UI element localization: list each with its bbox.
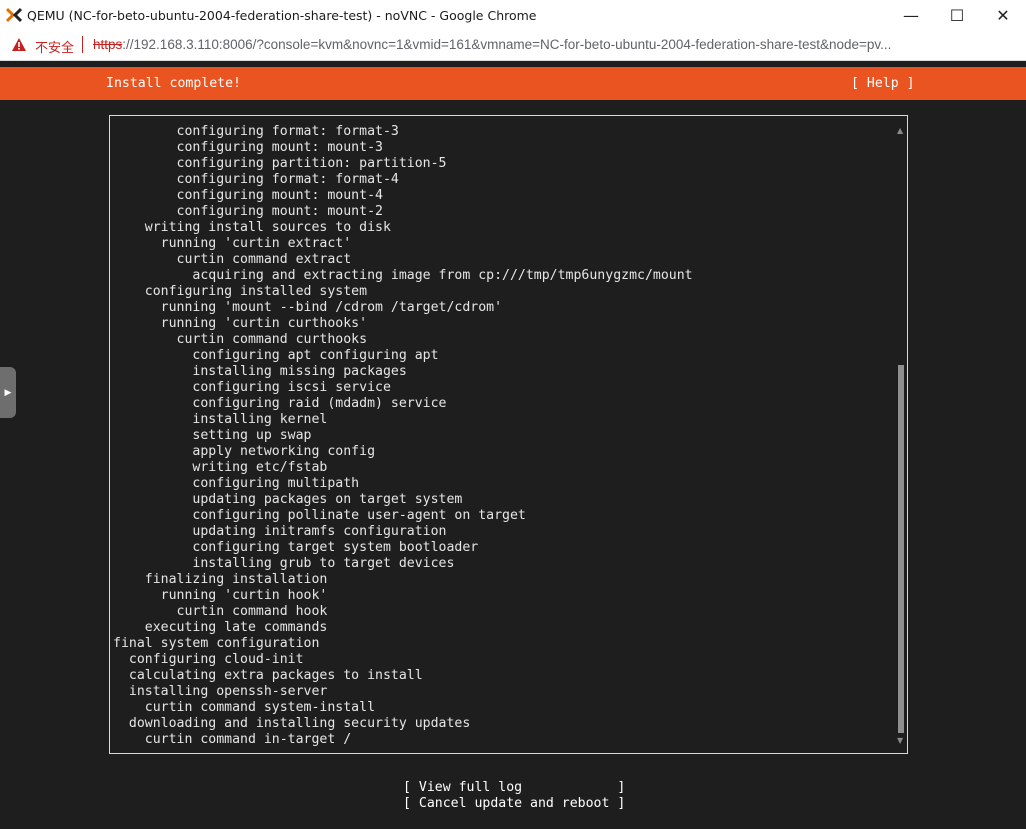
install-status-title: Install complete! [106, 76, 241, 91]
log-line: final system configuration [113, 636, 320, 651]
url-field[interactable]: https://192.168.3.110:8006/?console=kvm&… [93, 37, 1019, 52]
log-line: configuring installed system [113, 284, 368, 299]
log-line: finalizing installation [113, 572, 328, 587]
chevron-right-icon: ▶ [4, 387, 12, 398]
log-line: curtin command extract [113, 252, 352, 267]
log-line: curtin command in-target / [113, 732, 352, 747]
install-log-list: configuring format: format-3 configuring… [113, 124, 893, 748]
view-full-log-button[interactable]: [ View full log ] [403, 780, 625, 796]
log-scrollbar-thumb[interactable] [898, 365, 904, 733]
log-line: running 'mount --bind /cdrom /target/cdr… [113, 300, 503, 315]
log-line: configuring cloud-init [113, 652, 304, 667]
proxmox-logo-icon [5, 7, 23, 23]
log-line: configuring apt configuring apt [113, 348, 439, 363]
log-line: calculating extra packages to install [113, 668, 423, 683]
log-line: installing missing packages [113, 364, 407, 379]
log-line: configuring target system bootloader [113, 540, 479, 555]
log-line: running 'curtin curthooks' [113, 316, 368, 331]
log-line: configuring raid (mdadm) service [113, 396, 447, 411]
log-line: configuring format: format-4 [113, 172, 399, 187]
log-line: acquiring and extracting image from cp:/… [113, 268, 693, 283]
close-button[interactable]: ✕ [980, 0, 1026, 31]
address-separator [82, 36, 83, 53]
log-line: setting up swap [113, 428, 312, 443]
security-label[interactable]: 不安全 [35, 37, 74, 56]
cancel-update-reboot-button[interactable]: [ Cancel update and reboot ] [403, 796, 625, 812]
url-scheme: https [93, 37, 123, 52]
log-line: downloading and installing security upda… [113, 716, 471, 731]
log-line: curtin command system-install [113, 700, 376, 715]
minimize-button[interactable]: — [888, 0, 934, 31]
log-line: updating initramfs configuration [113, 524, 447, 539]
log-line: configuring partition: partition-5 [113, 156, 447, 171]
title-bar: QEMU (NC-for-beto-ubuntu-2004-federation… [0, 0, 1026, 31]
window-title: QEMU (NC-for-beto-ubuntu-2004-federation… [27, 8, 537, 23]
log-line: apply networking config [113, 444, 376, 459]
browser-window: QEMU (NC-for-beto-ubuntu-2004-federation… [0, 0, 1026, 829]
log-line: updating packages on target system [113, 492, 463, 507]
log-line: running 'curtin extract' [113, 236, 352, 251]
log-line: configuring mount: mount-3 [113, 140, 383, 155]
log-line: installing kernel [113, 412, 328, 427]
log-line: executing late commands [113, 620, 328, 635]
novnc-sidebar-toggle[interactable]: ▶ [0, 367, 16, 418]
url-text: ://192.168.3.110:8006/?console=kvm&novnc… [122, 37, 892, 52]
log-line: curtin command hook [113, 604, 328, 619]
installer-actions: [ View full log ] [ Cancel update and re… [403, 780, 625, 812]
log-line: configuring multipath [113, 476, 360, 491]
log-line: configuring iscsi service [113, 380, 391, 395]
scroll-down-icon[interactable]: ▼ [897, 736, 903, 745]
log-line: writing install sources to disk [113, 220, 391, 235]
log-line: writing etc/fstab [113, 460, 328, 475]
log-line: configuring format: format-3 [113, 124, 399, 139]
log-line: configuring mount: mount-4 [113, 188, 383, 203]
log-line: running 'curtin hook' [113, 588, 328, 603]
log-line: installing grub to target devices [113, 556, 455, 571]
warning-icon[interactable] [11, 37, 27, 52]
log-line: configuring pollinate user-agent on targ… [113, 508, 526, 523]
scroll-up-icon[interactable]: ▲ [897, 126, 903, 135]
log-line: curtin command curthooks [113, 332, 368, 347]
log-line: installing openssh-server [113, 684, 328, 699]
log-line: configuring mount: mount-2 [113, 204, 383, 219]
help-button[interactable]: [ Help ] [851, 76, 915, 91]
maximize-button[interactable]: ☐ [934, 0, 980, 31]
